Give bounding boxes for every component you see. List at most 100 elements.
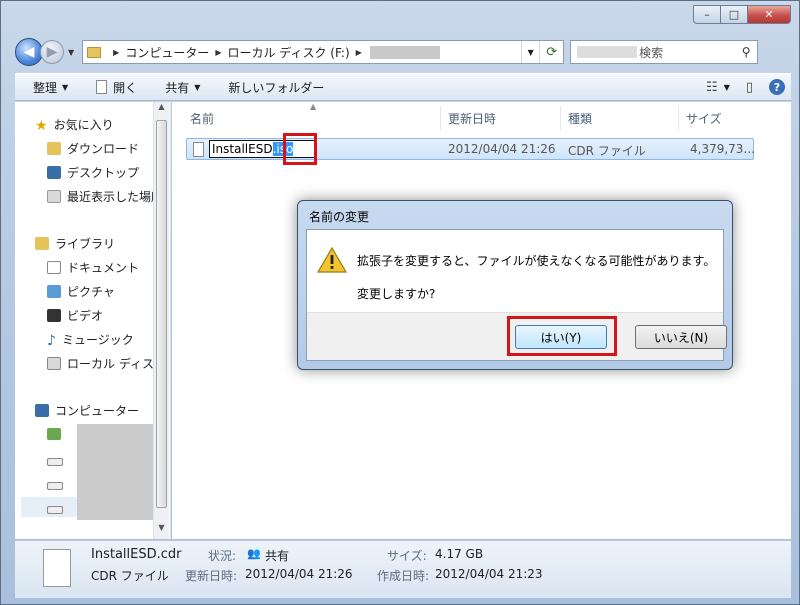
sidebar-item-music[interactable]: ♪ ミュージック xyxy=(47,331,134,349)
breadcrumb-redacted[interactable] xyxy=(369,45,440,59)
sidebar-label: コンピューター xyxy=(55,404,140,418)
page-icon xyxy=(96,80,108,94)
column-divider[interactable] xyxy=(440,106,441,130)
forward-button[interactable]: ▶ xyxy=(40,40,64,64)
users-icon: 👥 xyxy=(247,547,261,560)
minimize-icon[interactable]: – xyxy=(693,5,720,24)
sidebar-label: ビデオ xyxy=(67,309,104,323)
drive-icon[interactable] xyxy=(47,506,63,514)
local-disk-icon xyxy=(47,357,61,370)
scroll-down-icon[interactable]: ▼ xyxy=(154,523,169,539)
sidebar-item-recent[interactable]: 最近表示した場所 xyxy=(47,188,163,205)
sidebar-item-desktop[interactable]: デスクトップ xyxy=(47,164,139,181)
dialog-title: 名前の変更 xyxy=(309,210,370,224)
open-button[interactable]: 開く xyxy=(96,79,137,96)
new-folder-label: 新しいフォルダー xyxy=(228,80,325,95)
chevron-down-icon: ▼ xyxy=(194,82,201,92)
column-header-name[interactable]: 名前 xyxy=(190,110,214,127)
details-created-label: 作成日時: xyxy=(377,569,430,583)
open-label: 開く xyxy=(113,80,138,95)
sidebar-label: ローカル ディスク xyxy=(67,357,166,371)
sidebar-label: ミュージック xyxy=(61,333,134,347)
back-button[interactable]: ◀ xyxy=(15,38,43,66)
warning-icon xyxy=(317,246,347,273)
search-input[interactable]: 検索 ⚲ xyxy=(570,40,759,64)
command-bar: 整理 ▼ 開く 共有 ▼ 新しいフォルダー ☷ ▼ ▯ ? xyxy=(15,73,791,101)
breadcrumb-computer[interactable]: コンピューター xyxy=(125,44,209,61)
sidebar-label: 最近表示した場所 xyxy=(67,190,164,204)
address-bar[interactable]: ▶ コンピューター ▶ ローカル ディスク (F:) ▶ ▼ ⟳ xyxy=(82,40,565,64)
organize-button[interactable]: 整理 ▼ xyxy=(33,79,68,96)
file-size: 4,379,73... xyxy=(690,142,755,156)
sidebar-label: ダウンロード xyxy=(67,142,140,156)
sidebar-item-documents[interactable]: ドキュメント xyxy=(47,259,139,276)
scrollbar-thumb[interactable] xyxy=(156,120,167,508)
search-redacted xyxy=(577,46,638,58)
extension-highlight-box xyxy=(283,133,317,165)
dialog-question: 変更しますか? xyxy=(357,287,436,301)
chevron-right-icon[interactable]: ▶ xyxy=(215,48,221,57)
music-note-icon: ♪ xyxy=(47,333,56,349)
details-created-value: 2012/04/04 21:23 xyxy=(435,567,543,581)
sidebar-item-favorites[interactable]: ★ お気に入り xyxy=(35,116,114,134)
sidebar-item-downloads[interactable]: ダウンロード xyxy=(47,140,139,157)
search-placeholder: 検索 xyxy=(639,45,664,60)
scroll-up-icon[interactable]: ▲ xyxy=(154,102,169,118)
sidebar-label: デスクトップ xyxy=(67,166,140,180)
navigation-pane: ★ お気に入り ダウンロード デスクトップ 最近表示した場所 ライブラリ ドキュ… xyxy=(15,102,171,539)
details-status-label: 状況: xyxy=(208,549,237,563)
sidebar-label: ピクチャ xyxy=(67,285,115,299)
pictures-icon xyxy=(47,285,61,298)
details-filename: InstallESD.cdr xyxy=(91,547,182,562)
share-button[interactable]: 共有 ▼ xyxy=(165,79,200,96)
new-folder-button[interactable]: 新しいフォルダー xyxy=(228,79,324,96)
file-icon xyxy=(193,142,204,157)
desktop-icon xyxy=(47,166,61,179)
sidebar-item-videos[interactable]: ビデオ xyxy=(47,307,103,324)
sidebar-label: ドキュメント xyxy=(67,261,140,275)
sidebar-item-computer[interactable]: コンピューター xyxy=(35,402,139,419)
column-divider[interactable] xyxy=(678,106,679,130)
details-status-value: 共有 xyxy=(265,549,290,563)
drive-icon[interactable] xyxy=(47,458,63,466)
library-icon xyxy=(35,237,49,250)
breadcrumb-local-disk[interactable]: ローカル ディスク (F:) xyxy=(227,44,349,61)
details-pane: InstallESD.cdr CDR ファイル 状況: 👥 共有 更新日時: 2… xyxy=(15,540,791,598)
navigation-bar: ◀ ▶ ▼ ▶ コンピューター ▶ ローカル ディスク (F:) ▶ ▼ ⟳ 検… xyxy=(15,35,791,69)
no-button[interactable]: いいえ(N) xyxy=(635,325,727,349)
details-modified-value: 2012/04/04 21:26 xyxy=(245,567,353,581)
rename-base-text: InstallESD xyxy=(212,142,273,156)
downloads-folder-icon xyxy=(47,142,61,155)
search-icon[interactable]: ⚲ xyxy=(735,45,757,59)
sort-ascending-icon: ▲ xyxy=(310,102,317,111)
preview-pane-icon[interactable]: ▯ xyxy=(746,80,753,95)
column-header-type[interactable]: 種類 xyxy=(568,110,592,127)
sidebar-item-local-disk[interactable]: ローカル ディスク xyxy=(47,355,166,372)
computer-icon xyxy=(35,404,49,417)
maximize-icon[interactable]: □ xyxy=(720,5,747,24)
details-filetype: CDR ファイル xyxy=(91,569,169,583)
view-options-icon[interactable]: ☷ xyxy=(706,80,718,95)
navpane-scrollbar[interactable]: ▲ ▼ xyxy=(153,102,169,539)
drive-windows-icon[interactable] xyxy=(47,428,61,440)
recent-pages-dropdown[interactable]: ▼ xyxy=(68,48,74,57)
documents-icon xyxy=(47,261,61,274)
column-header-size[interactable]: サイズ xyxy=(686,110,722,127)
table-row[interactable]: InstallESD.iso 2012/04/04 21:26 CDR ファイル… xyxy=(186,133,755,165)
sidebar-item-libraries[interactable]: ライブラリ xyxy=(35,235,115,252)
close-icon[interactable]: ✕ xyxy=(747,5,791,24)
help-icon[interactable]: ? xyxy=(769,79,785,95)
chevron-right-icon[interactable]: ▶ xyxy=(113,48,119,57)
chevron-down-icon[interactable]: ▼ xyxy=(724,83,730,92)
column-divider[interactable] xyxy=(560,106,561,130)
star-icon: ★ xyxy=(35,118,48,134)
column-header-date[interactable]: 更新日時 xyxy=(448,110,496,127)
file-type: CDR ファイル xyxy=(568,144,646,158)
drive-icon[interactable] xyxy=(47,482,63,490)
yes-button[interactable]: はい(Y) xyxy=(515,325,607,349)
refresh-icon[interactable]: ⟳ xyxy=(539,41,563,63)
recent-places-icon xyxy=(47,190,61,203)
chevron-right-icon[interactable]: ▶ xyxy=(356,48,362,57)
sidebar-item-pictures[interactable]: ピクチャ xyxy=(47,283,115,300)
address-dropdown-icon[interactable]: ▼ xyxy=(521,41,539,63)
